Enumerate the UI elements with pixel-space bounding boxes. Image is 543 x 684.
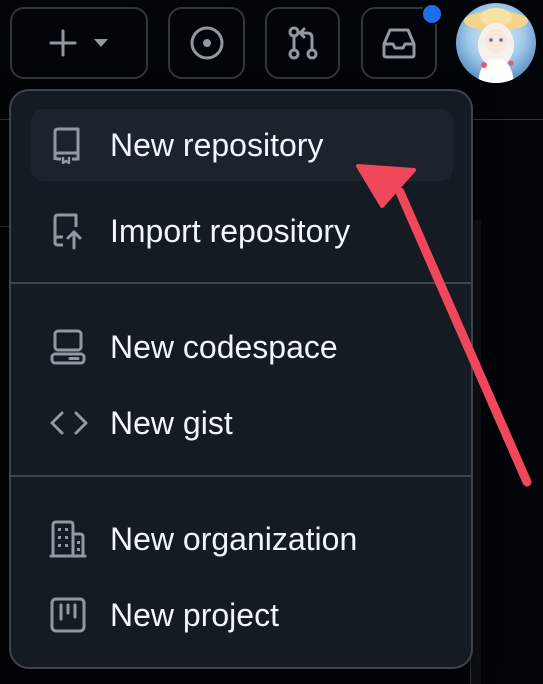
code-icon [49, 408, 93, 438]
git-pull-request-icon [283, 23, 323, 63]
organization-icon [49, 519, 93, 559]
menu-item-label: New gist [110, 404, 233, 441]
repo-push-icon [49, 212, 93, 250]
project-icon [49, 596, 93, 634]
codespaces-icon [49, 328, 93, 366]
menu-item-new-gist[interactable]: New gist [31, 387, 453, 459]
menu-item-label: New repository [110, 126, 324, 163]
github-page: New repository Import repository New cod… [0, 0, 543, 684]
pull-requests-button[interactable] [265, 7, 340, 79]
menu-item-import-repository[interactable]: Import repository [31, 195, 453, 267]
menu-item-label: Import repository [110, 212, 351, 249]
repo-icon [49, 126, 93, 164]
menu-item-new-organization[interactable]: New organization [31, 503, 453, 575]
issue-opened-icon [187, 23, 227, 63]
notification-dot [421, 3, 443, 25]
menu-item-label: New codespace [110, 328, 338, 365]
menu-item-label: New project [110, 596, 279, 633]
menu-item-new-codespace[interactable]: New codespace [31, 311, 453, 383]
menu-item-new-project[interactable]: New project [31, 579, 453, 651]
user-avatar[interactable] [456, 3, 536, 83]
issues-button[interactable] [168, 7, 245, 79]
menu-item-new-repository[interactable]: New repository [31, 109, 453, 181]
menu-divider [11, 475, 471, 477]
create-new-button[interactable] [10, 7, 148, 79]
menu-divider [11, 282, 471, 284]
plus-icon [48, 28, 78, 58]
create-new-dropdown: New repository Import repository New cod… [9, 89, 473, 669]
triangle-down-icon [92, 37, 110, 49]
menu-item-label: New organization [110, 520, 358, 557]
inbox-icon [378, 24, 420, 62]
